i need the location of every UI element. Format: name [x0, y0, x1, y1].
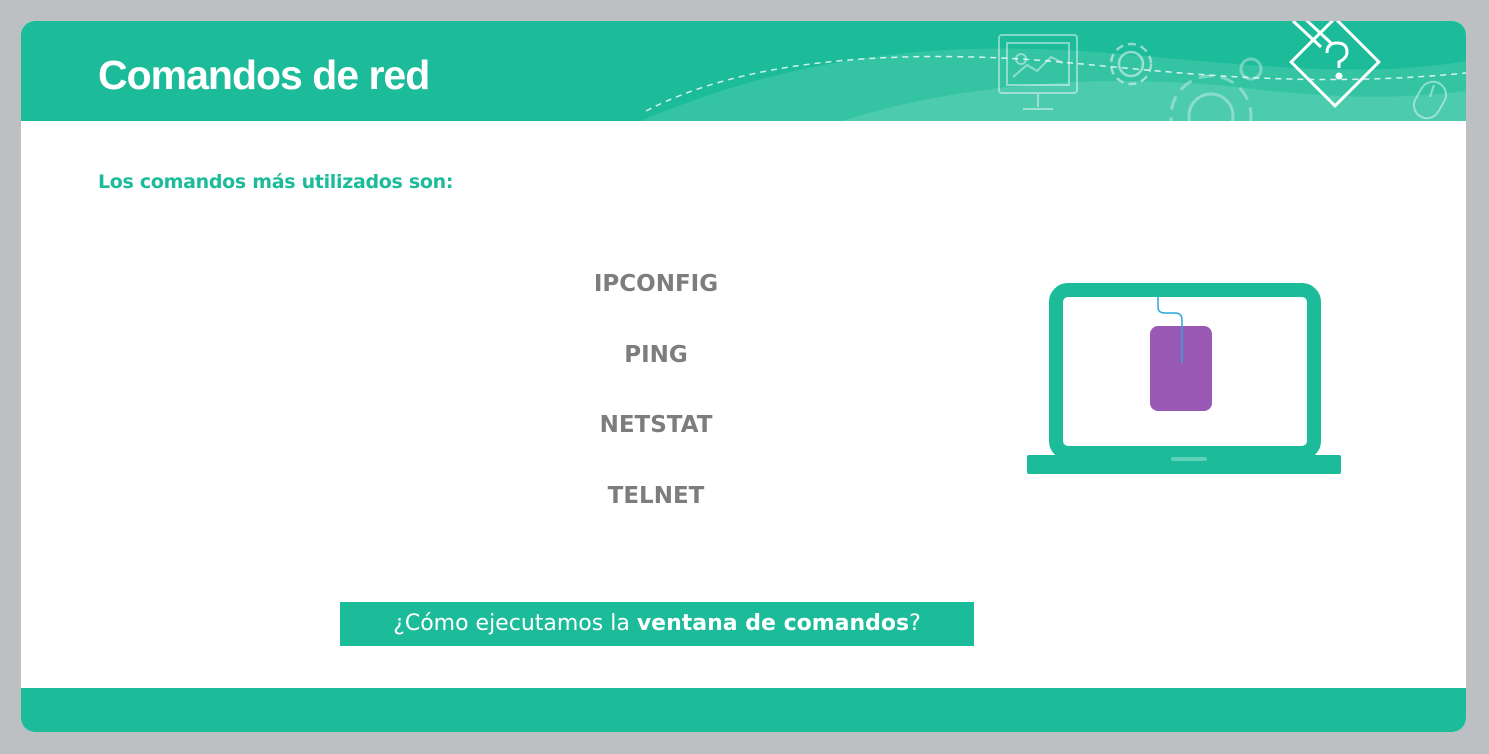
footer-bar [21, 688, 1466, 732]
laptop-with-mouse-icon [1027, 283, 1341, 474]
cta-bold-text: ventana de comandos [636, 611, 910, 636]
command-window-button[interactable]: ¿Cómo ejecutamos la ventana de comandos? [340, 602, 974, 646]
command-item-ping: PING [624, 341, 688, 368]
cta-prefix: ¿Cómo ejecutamos la [393, 611, 637, 636]
section-subtitle: Los comandos más utilizados son: [98, 171, 454, 193]
command-item-ipconfig: IPCONFIG [593, 271, 719, 297]
command-item-netstat: NETSTAT [599, 412, 713, 438]
slide: Comandos de red Los comandos más utiliza… [21, 21, 1466, 732]
command-list: IPCONFIG PING NETSTAT TELNET [456, 266, 856, 548]
cta-suffix: ? [909, 611, 921, 636]
command-item-telnet: TELNET [607, 482, 705, 509]
header-bar: Comandos de red [21, 21, 1466, 121]
page-title: Comandos de red [98, 52, 430, 98]
